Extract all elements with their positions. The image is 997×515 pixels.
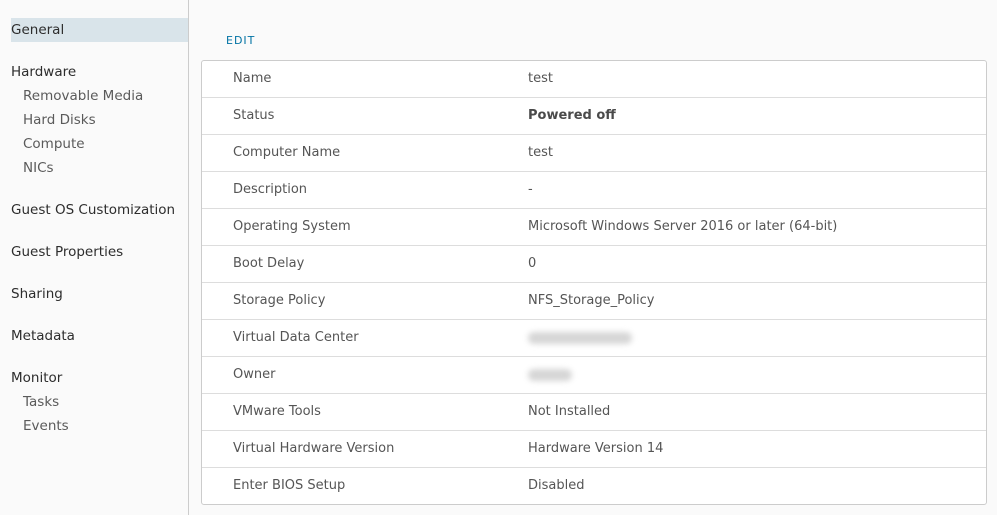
sidebar: General Hardware Removable Media Hard Di… [0,0,189,515]
sidebar-item-metadata[interactable]: Metadata [11,324,75,348]
sidebar-item-hardware[interactable]: Hardware [11,60,76,84]
sidebar-item-compute[interactable]: Compute [23,132,85,156]
sidebar-item-guest-os-customization[interactable]: Guest OS Customization [11,198,175,222]
sidebar-item-events[interactable]: Events [23,414,69,438]
property-row-name: Name test [202,61,986,98]
property-label: Virtual Data Center [233,330,359,345]
sidebar-item-monitor[interactable]: Monitor [11,366,62,390]
sidebar-item-label: Hardware [11,64,77,80]
sidebar-item-nics[interactable]: NICs [23,156,54,180]
property-row-enter-bios-setup: Enter BIOS Setup Disabled [202,468,986,504]
status-value: Powered off [528,108,616,123]
property-label: VMware Tools [233,404,321,419]
sidebar-item-label: Removable Media [23,88,144,104]
properties-table: Name test Status Powered off Computer Na… [201,60,987,505]
property-label: Name [233,71,272,86]
property-label: Boot Delay [233,256,305,271]
property-value: test [528,145,553,160]
sidebar-item-tasks[interactable]: Tasks [23,390,59,414]
property-value: Disabled [528,478,585,493]
sidebar-item-label: Tasks [23,394,60,410]
property-label: Computer Name [233,145,341,160]
sidebar-item-general[interactable]: General [11,18,188,42]
property-row-description: Description - [202,172,986,209]
sidebar-item-label: Sharing [11,286,63,302]
property-row-storage-policy: Storage Policy NFS_Storage_Policy [202,283,986,320]
property-label: Description [233,182,308,197]
property-label: Virtual Hardware Version [233,441,395,456]
redacted-text [528,331,632,344]
property-value-redacted [528,357,572,393]
sidebar-item-label: Hard Disks [23,112,96,128]
property-row-owner: Owner [202,357,986,394]
property-label: Status [233,108,275,123]
sidebar-item-label: Guest OS Customization [11,202,176,218]
sidebar-item-guest-properties[interactable]: Guest Properties [11,240,123,264]
sidebar-item-label: NICs [23,160,54,176]
property-value-redacted [528,320,632,356]
redacted-text [528,368,572,381]
property-value: Microsoft Windows Server 2016 or later (… [528,219,838,234]
property-label: Enter BIOS Setup [233,478,346,493]
sidebar-item-label: Guest Properties [11,244,124,260]
sidebar-item-label: Metadata [11,328,75,344]
property-value: 0 [528,256,537,271]
property-row-virtual-hardware-version: Virtual Hardware Version Hardware Versio… [202,431,986,468]
sidebar-item-sharing[interactable]: Sharing [11,282,63,306]
property-label: Storage Policy [233,293,326,308]
property-value: test [528,71,553,86]
sidebar-item-label: Monitor [11,370,63,386]
property-row-status: Status Powered off [202,98,986,135]
property-label: Operating System [233,219,351,234]
property-value: Hardware Version 14 [528,441,664,456]
sidebar-item-label: Compute [23,136,85,152]
property-value: Not Installed [528,404,611,419]
property-value: - [528,182,533,197]
property-value: NFS_Storage_Policy [528,293,655,308]
property-row-computer-name: Computer Name test [202,135,986,172]
sidebar-item-hard-disks[interactable]: Hard Disks [23,108,96,132]
sidebar-item-label: Events [23,418,69,434]
property-row-boot-delay: Boot Delay 0 [202,246,986,283]
property-row-operating-system: Operating System Microsoft Windows Serve… [202,209,986,246]
property-row-vmware-tools: VMware Tools Not Installed [202,394,986,431]
edit-button[interactable]: EDIT [226,34,255,47]
sidebar-item-removable-media[interactable]: Removable Media [23,84,143,108]
property-row-virtual-data-center: Virtual Data Center [202,320,986,357]
sidebar-item-label: General [11,22,65,38]
property-label: Owner [233,367,276,382]
main-content: EDIT Name test Status Powered off Comput… [189,0,997,515]
